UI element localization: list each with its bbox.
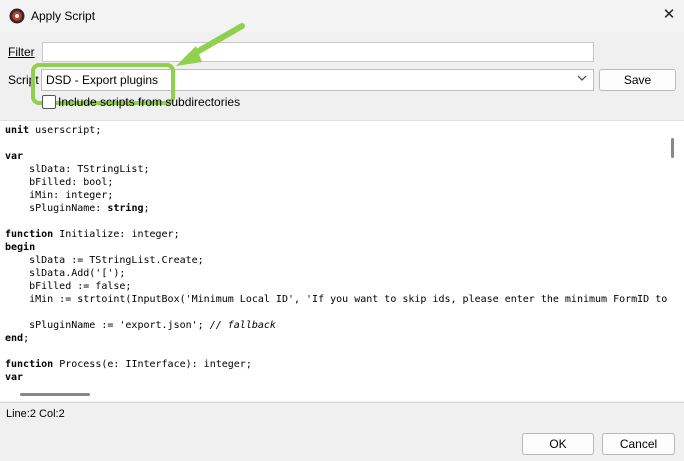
include-subdirs-label: Include scripts from subdirectories (58, 95, 241, 109)
status-text: Line:2 Col:2 (6, 408, 65, 420)
chevron-down-icon (577, 75, 587, 81)
cancel-button[interactable]: Cancel (602, 433, 675, 455)
code-line: bFilled: bool; (5, 177, 114, 188)
filter-label: Filter (8, 45, 35, 59)
title-bar: Apply Script ✕ (0, 0, 684, 32)
code-line: iMin := strtoint(InputBox('Minimum Local… (5, 294, 668, 305)
status-bar: Line:2 Col:2 (0, 402, 684, 423)
code-line: sPluginName := 'export.json'; // fallbac… (5, 320, 276, 331)
code-line: function Initialize: integer; (5, 229, 180, 240)
close-button[interactable]: ✕ (654, 0, 684, 30)
horizontal-scrollbar-thumb[interactable] (20, 393, 90, 396)
code-line: slData: TStringList; (5, 164, 150, 175)
code-line: slData.Add('['); (5, 268, 126, 279)
code-line: bFilled := false; (5, 281, 132, 292)
code-line: end; (5, 333, 30, 344)
code-line: slData := TStringList.Create; (5, 255, 204, 266)
include-subdirs-checkbox[interactable] (42, 95, 56, 109)
code-editor[interactable]: unit userscript; var slData: TStringList… (0, 120, 684, 401)
code-line: unit userscript; (5, 125, 102, 136)
code-line: begin (5, 242, 36, 253)
code-line: function Process(e: IInterface): integer… (5, 359, 252, 370)
vertical-scrollbar-thumb[interactable] (671, 138, 674, 158)
code-line: iMin: integer; (5, 190, 114, 201)
code-line: sPluginName: string; (5, 203, 150, 214)
ok-button[interactable]: OK (522, 433, 594, 455)
code-text[interactable]: unit userscript; var slData: TStringList… (5, 124, 667, 384)
annotation-arrow-icon (176, 23, 245, 66)
app-icon (9, 8, 25, 24)
code-line: var (5, 372, 24, 383)
filter-label-text: Filter (8, 45, 35, 59)
window-title: Apply Script (31, 9, 96, 23)
save-button[interactable]: Save (599, 69, 676, 91)
code-line: var (5, 151, 24, 162)
filter-input[interactable] (42, 42, 594, 62)
